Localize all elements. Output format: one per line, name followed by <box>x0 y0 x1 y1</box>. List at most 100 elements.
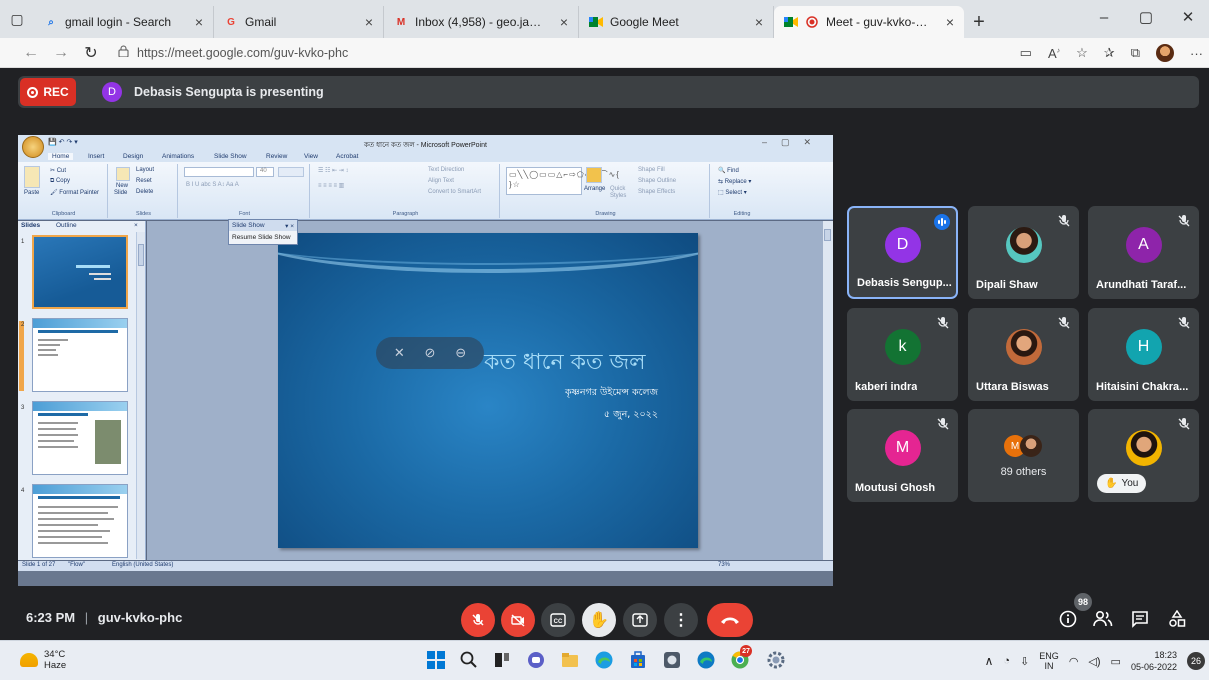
people-button[interactable] <box>1092 608 1114 630</box>
shared-screen: 💾 ↶ ↷ ▾ কত ধানে কত জল - Microsoft PowerP… <box>18 135 833 586</box>
presenting-text: Debasis Sengupta is presenting <box>134 85 324 99</box>
favorites-icon[interactable]: ✰ <box>1104 45 1115 61</box>
cut-label: ✂ Cut <box>50 168 67 174</box>
back-icon[interactable]: ← <box>16 44 46 62</box>
more-options-button[interactable]: ⋮ <box>664 603 698 637</box>
captions-button[interactable]: CC <box>541 603 575 637</box>
profile-avatar[interactable] <box>1156 44 1174 62</box>
participant-tile[interactable]: H Hitaisini Chakra... <box>1088 308 1199 401</box>
browser-tab-bar: ▢ ⌕ gmail login - Search × G Gmail × M I… <box>0 0 1209 38</box>
chat-icon <box>1132 611 1148 628</box>
thumb-band <box>33 402 127 411</box>
edge-browser-icon[interactable] <box>594 650 614 670</box>
clock[interactable]: 18:23 05-06-2022 <box>1131 649 1177 673</box>
tab-label: Google Meet <box>610 15 679 29</box>
close-tab-icon[interactable]: × <box>560 14 568 30</box>
participant-tile[interactable]: A Arundhati Taraf... <box>1088 206 1199 299</box>
new-tab-button[interactable]: + <box>964 6 994 38</box>
ribbon-group-clipboard: Paste ✂ Cut ⧉ Copy 🖌 Format Painter Clip… <box>20 164 108 218</box>
show-hidden-icons[interactable]: ∧ <box>985 654 994 668</box>
notifications-badge[interactable]: 26 <box>1187 652 1205 670</box>
leave-call-button[interactable] <box>707 603 753 637</box>
battery-icon[interactable]: ▭ <box>1111 655 1121 668</box>
thumb-text-line <box>38 530 110 532</box>
self-tile[interactable]: ✋ You <box>1088 409 1199 502</box>
weather-widget[interactable]: 34°C Haze <box>20 649 66 671</box>
immersive-reader-icon[interactable]: ▭ <box>1020 45 1032 61</box>
browser-tab-inbox[interactable]: M Inbox (4,958) - geo.jayasree@gm × <box>384 6 579 38</box>
volume-icon[interactable]: ◁) <box>1088 655 1100 668</box>
microsoft-store-icon[interactable] <box>628 650 648 670</box>
windows-start-icon[interactable] <box>426 650 446 670</box>
window-controls: – ▢ ✕ <box>1083 0 1209 34</box>
weather-icon <box>20 653 38 667</box>
browser-tab-search[interactable]: ⌕ gmail login - Search × <box>34 6 214 38</box>
participant-avatar: D <box>884 227 921 264</box>
thumb-text-line <box>38 339 68 341</box>
thumb-text-line <box>38 512 108 514</box>
participant-tile[interactable]: M Moutusi Ghosh <box>847 409 958 502</box>
raise-hand-button[interactable]: ✋ <box>582 603 616 637</box>
settings-gear-icon[interactable] <box>766 650 786 670</box>
collections-icon[interactable]: ⧉ <box>1131 45 1140 61</box>
participant-tile[interactable]: D Debasis Sengup... <box>847 206 958 299</box>
browser-tab-gmail[interactable]: G Gmail × <box>214 6 384 38</box>
others-tile[interactable]: M 89 others <box>968 409 1079 502</box>
close-window-icon[interactable]: ✕ <box>1167 0 1209 34</box>
more-menu-icon[interactable]: ··· <box>1190 46 1203 61</box>
participant-tile[interactable]: k kaberi indra <box>847 308 958 401</box>
close-tab-icon[interactable]: × <box>755 14 763 30</box>
file-explorer-icon[interactable] <box>560 650 580 670</box>
task-view-icon[interactable] <box>492 650 512 670</box>
recording-icon <box>805 15 819 29</box>
slide-show-toolbar-title: Slide Show <box>232 222 265 229</box>
activities-button[interactable] <box>1166 608 1188 630</box>
system-tray: ∧ ◔ ⇩ ENG IN ◠ ◁) ▭ 18:23 05-06-2022 26 <box>985 641 1209 680</box>
recording-badge[interactable]: REC <box>20 78 76 106</box>
teams-chat-icon[interactable] <box>526 650 546 670</box>
chrome-taskbar-item[interactable]: 27 <box>730 645 752 670</box>
url-field[interactable]: https://meet.google.com/guv-kvko-phc <box>118 45 348 60</box>
read-aloud-icon[interactable]: A♪ <box>1048 46 1060 61</box>
browser-tab-google-meet[interactable]: Google Meet × <box>579 6 774 38</box>
font-grow-shrink-icon <box>278 167 304 177</box>
close-tab-icon[interactable]: × <box>195 14 203 30</box>
thumb-sub-line <box>89 273 111 275</box>
remove-presentation-icon[interactable]: ⊖ <box>455 345 466 361</box>
thumb-title-line <box>38 413 88 416</box>
slide-number: 3 <box>21 405 25 411</box>
new-label: New <box>116 183 129 189</box>
maximize-icon[interactable]: ▢ <box>1125 0 1167 34</box>
chrome-tray-icon[interactable]: ◔ <box>1003 655 1010 667</box>
search-icon[interactable] <box>459 650 479 670</box>
present-now-button[interactable] <box>623 603 657 637</box>
chat-button[interactable] <box>1129 608 1151 630</box>
app-icon[interactable] <box>662 650 682 670</box>
thumb-text-line <box>38 349 56 351</box>
minimize-icon[interactable]: – <box>1083 0 1125 34</box>
pen-icon[interactable]: ⇩ <box>1020 655 1029 668</box>
participant-tile[interactable]: Uttara Biswas <box>968 308 1079 401</box>
meeting-details-button[interactable] <box>1057 608 1079 630</box>
camera-toggle-button[interactable] <box>501 603 535 637</box>
add-favorite-icon[interactable]: ☆ <box>1076 45 1088 61</box>
language-indicator[interactable]: ENG IN <box>1039 651 1059 671</box>
font-name-box <box>184 167 254 177</box>
close-tab-icon[interactable]: × <box>946 14 954 30</box>
participant-tile[interactable]: Dipali Shaw <box>968 206 1079 299</box>
mute-presentation-icon[interactable]: ⊘ <box>425 345 436 361</box>
close-tab-icon[interactable]: × <box>365 14 373 30</box>
ribbon-tab-home: Home <box>48 153 74 160</box>
tab-actions-icon[interactable]: ▢ <box>0 0 34 38</box>
mic-toggle-button[interactable] <box>461 603 495 637</box>
forward-icon[interactable]: → <box>46 44 76 62</box>
refresh-icon[interactable]: ↻ <box>76 43 106 63</box>
presenter-avatar: D <box>102 82 122 102</box>
mic-off-icon <box>472 614 484 626</box>
wifi-icon[interactable]: ◠ <box>1069 655 1079 668</box>
pin-off-icon[interactable]: ✕ <box>394 345 405 361</box>
browser-tab-meet-active[interactable]: Meet - guv-kvko-phc × <box>774 6 964 38</box>
search-icon: ⌕ <box>48 16 54 28</box>
edge-browser-icon[interactable] <box>696 650 716 670</box>
slide-label: Slide <box>114 190 128 196</box>
